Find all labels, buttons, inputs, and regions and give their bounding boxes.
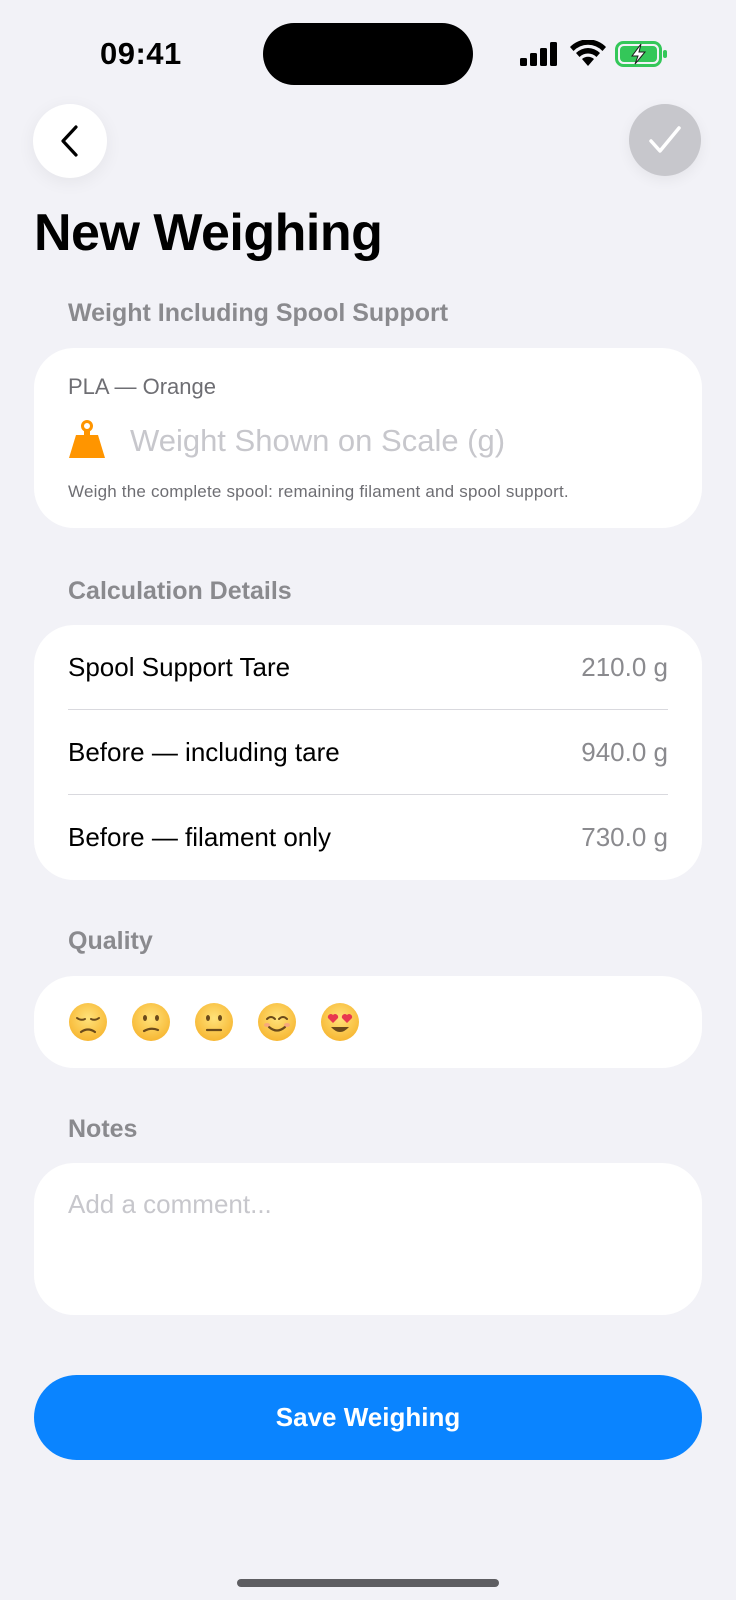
weight-section-header: Weight Including Spool Support bbox=[68, 299, 449, 327]
quality-card bbox=[34, 976, 702, 1068]
status-time: 09:41 bbox=[100, 36, 182, 71]
detail-label: Before — filament only bbox=[68, 822, 332, 852]
notes-card bbox=[34, 1163, 702, 1315]
material-label: PLA — Orange bbox=[68, 374, 216, 399]
detail-row-before-including-tare: Before — including tare 940.0 g bbox=[68, 710, 668, 795]
weigh-hint: Weigh the complete spool: remaining fila… bbox=[68, 482, 569, 501]
calculation-card: Spool Support Tare 210.0 g Before — incl… bbox=[34, 625, 702, 880]
detail-label: Spool Support Tare bbox=[68, 652, 291, 682]
quality-section-header: Quality bbox=[68, 927, 153, 955]
weight-card: PLA — Orange Weigh the complete spool: r… bbox=[34, 348, 702, 528]
status-bar: 09:41 bbox=[0, 0, 736, 100]
detail-label: Before — including tare bbox=[68, 737, 340, 767]
calculation-section-header: Calculation Details bbox=[68, 577, 292, 605]
detail-value: 730.0 g bbox=[581, 822, 668, 852]
chevron-left-icon bbox=[61, 125, 78, 157]
battery-charging-icon bbox=[615, 41, 667, 67]
confused-face-icon[interactable] bbox=[131, 1002, 171, 1042]
home-indicator bbox=[237, 1579, 499, 1587]
disappointed-face-icon[interactable] bbox=[68, 1002, 108, 1042]
page-title: New Weighing bbox=[34, 204, 383, 262]
detail-value: 210.0 g bbox=[581, 652, 668, 682]
scale-weight-icon bbox=[69, 420, 105, 458]
done-button[interactable] bbox=[629, 104, 701, 176]
detail-row-before-filament-only: Before — filament only 730.0 g bbox=[68, 795, 668, 880]
scale-weight-input[interactable] bbox=[130, 418, 670, 464]
save-weighing-button[interactable]: Save Weighing bbox=[34, 1375, 702, 1460]
detail-value: 940.0 g bbox=[581, 737, 668, 767]
wifi-icon bbox=[570, 40, 606, 66]
notes-section-header: Notes bbox=[68, 1115, 138, 1143]
cellular-signal-icon bbox=[520, 42, 557, 66]
neutral-face-icon[interactable] bbox=[194, 1002, 234, 1042]
checkmark-icon bbox=[649, 126, 681, 153]
dynamic-island bbox=[263, 23, 473, 85]
back-button[interactable] bbox=[33, 104, 107, 178]
detail-row-tare: Spool Support Tare 210.0 g bbox=[68, 625, 668, 710]
notes-input[interactable] bbox=[68, 1189, 668, 1289]
smiling-face-icon[interactable] bbox=[257, 1002, 297, 1042]
heart-eyes-face-icon[interactable] bbox=[320, 1002, 360, 1042]
